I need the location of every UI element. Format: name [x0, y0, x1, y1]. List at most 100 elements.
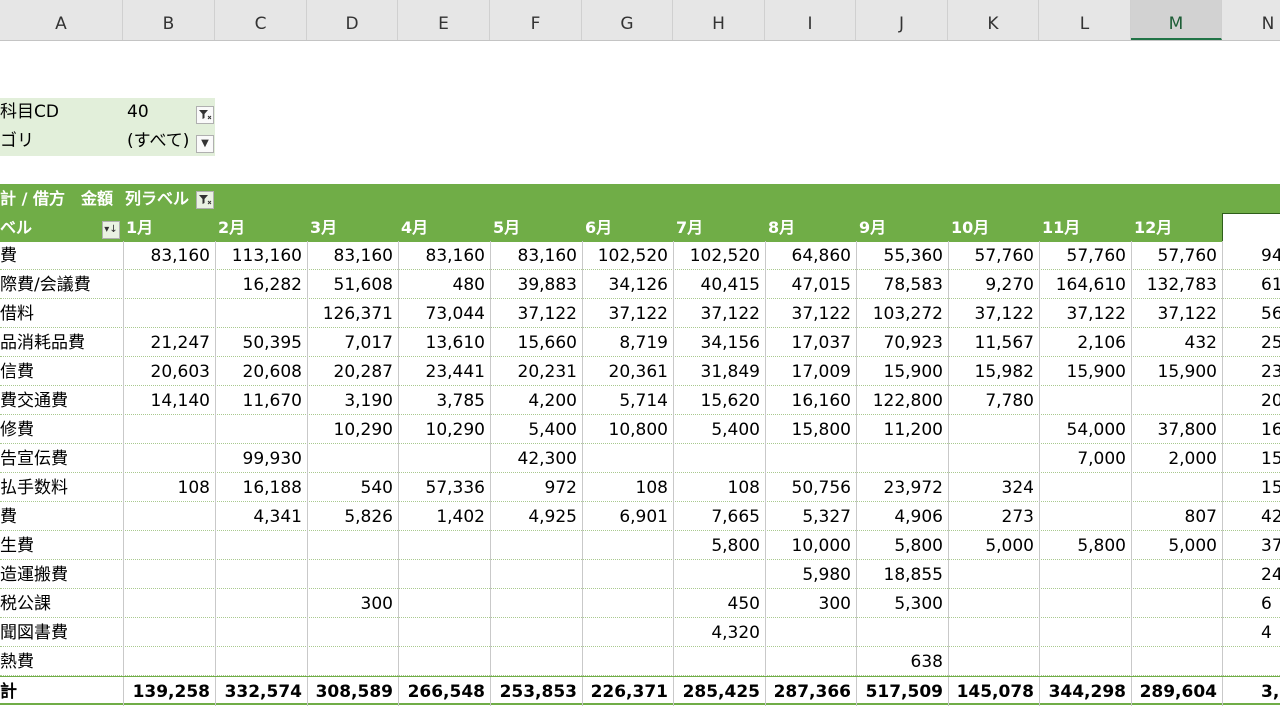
value-cell[interactable] — [948, 647, 1039, 676]
value-cell[interactable] — [1039, 473, 1131, 502]
value-cell[interactable]: 540 — [307, 473, 398, 502]
value-cell[interactable] — [948, 415, 1039, 444]
value-cell[interactable]: 37,122 — [1131, 299, 1222, 328]
row-grand-total-cell[interactable] — [1222, 647, 1280, 676]
value-cell[interactable]: 73,044 — [398, 299, 490, 328]
value-cell[interactable] — [398, 444, 490, 473]
grand-total-header[interactable]: 総計 — [1222, 213, 1280, 242]
value-cell[interactable] — [1131, 473, 1222, 502]
value-cell[interactable] — [582, 589, 673, 618]
row-grand-total-cell[interactable]: 944 — [1222, 241, 1280, 270]
value-cell[interactable] — [673, 647, 765, 676]
value-cell[interactable]: 57,336 — [398, 473, 490, 502]
value-cell[interactable]: 20,287 — [307, 357, 398, 386]
value-cell[interactable] — [1039, 560, 1131, 589]
value-cell[interactable] — [215, 415, 307, 444]
value-cell[interactable] — [123, 618, 215, 647]
row-label[interactable]: 生費 — [0, 531, 123, 560]
value-cell[interactable]: 99,930 — [215, 444, 307, 473]
value-cell[interactable]: 5,300 — [856, 589, 948, 618]
value-cell[interactable]: 70,923 — [856, 328, 948, 357]
value-cell[interactable]: 638 — [856, 647, 948, 676]
row-label[interactable]: 信費 — [0, 357, 123, 386]
row-grand-total-cell[interactable]: 3,396 — [1222, 677, 1280, 706]
row-grand-total-cell[interactable]: 252 — [1222, 328, 1280, 357]
value-cell[interactable]: 517,509 — [856, 677, 948, 706]
value-cell[interactable]: 51,608 — [307, 270, 398, 299]
value-cell[interactable]: 83,160 — [307, 241, 398, 270]
value-cell[interactable]: 5,400 — [673, 415, 765, 444]
value-cell[interactable] — [948, 444, 1039, 473]
value-cell[interactable] — [307, 560, 398, 589]
value-cell[interactable]: 2,000 — [1131, 444, 1222, 473]
value-cell[interactable]: 7,780 — [948, 386, 1039, 415]
value-cell[interactable]: 5,826 — [307, 502, 398, 531]
row-label[interactable]: 際費/会議費 — [0, 270, 123, 299]
value-cell[interactable]: 15,800 — [765, 415, 856, 444]
value-cell[interactable] — [123, 415, 215, 444]
value-cell[interactable] — [123, 560, 215, 589]
row-label[interactable]: 払手数料 — [0, 473, 123, 502]
row-label[interactable]: 費 — [0, 241, 123, 270]
column-header-m[interactable]: M — [1131, 0, 1222, 40]
value-cell[interactable]: 308,589 — [307, 677, 398, 706]
value-cell[interactable] — [948, 618, 1039, 647]
value-cell[interactable] — [948, 560, 1039, 589]
value-cell[interactable]: 132,783 — [1131, 270, 1222, 299]
value-cell[interactable] — [1039, 589, 1131, 618]
value-cell[interactable]: 7,017 — [307, 328, 398, 357]
value-cell[interactable]: 37,122 — [1039, 299, 1131, 328]
value-cell[interactable]: 54,000 — [1039, 415, 1131, 444]
value-cell[interactable] — [490, 647, 582, 676]
value-cell[interactable]: 266,548 — [398, 677, 490, 706]
row-label[interactable]: 費 — [0, 502, 123, 531]
value-cell[interactable]: 113,160 — [215, 241, 307, 270]
value-cell[interactable]: 108 — [123, 473, 215, 502]
value-cell[interactable] — [307, 647, 398, 676]
value-cell[interactable] — [490, 618, 582, 647]
column-header-j[interactable]: J — [856, 0, 948, 40]
value-cell[interactable]: 1,402 — [398, 502, 490, 531]
row-sort-button[interactable]: ▾↓ — [102, 221, 120, 239]
value-cell[interactable]: 139,258 — [123, 677, 215, 706]
value-cell[interactable]: 37,122 — [948, 299, 1039, 328]
value-cell[interactable] — [1039, 502, 1131, 531]
column-header-g[interactable]: G — [582, 0, 673, 40]
value-cell[interactable]: 273 — [948, 502, 1039, 531]
value-cell[interactable]: 432 — [1131, 328, 1222, 357]
value-cell[interactable]: 78,583 — [856, 270, 948, 299]
value-cell[interactable] — [307, 444, 398, 473]
value-cell[interactable]: 5,327 — [765, 502, 856, 531]
value-cell[interactable] — [215, 299, 307, 328]
value-cell[interactable]: 807 — [1131, 502, 1222, 531]
column-header-a[interactable]: A — [0, 0, 123, 40]
value-cell[interactable] — [1039, 386, 1131, 415]
value-cell[interactable]: 10,290 — [307, 415, 398, 444]
value-cell[interactable]: 102,520 — [582, 241, 673, 270]
column-header-d[interactable]: D — [307, 0, 398, 40]
value-cell[interactable]: 37,122 — [765, 299, 856, 328]
value-cell[interactable]: 57,760 — [1131, 241, 1222, 270]
value-cell[interactable]: 11,200 — [856, 415, 948, 444]
row-grand-total-cell[interactable]: 6 — [1222, 589, 1280, 618]
value-cell[interactable]: 57,760 — [1039, 241, 1131, 270]
value-cell[interactable]: 108 — [673, 473, 765, 502]
row-grand-total-cell[interactable]: 562 — [1222, 299, 1280, 328]
row-grand-total-cell[interactable]: 24 — [1222, 560, 1280, 589]
value-cell[interactable] — [123, 531, 215, 560]
value-cell[interactable] — [582, 444, 673, 473]
value-cell[interactable]: 13,610 — [398, 328, 490, 357]
value-cell[interactable]: 2,106 — [1039, 328, 1131, 357]
value-cell[interactable]: 39,883 — [490, 270, 582, 299]
value-cell[interactable]: 23,441 — [398, 357, 490, 386]
value-cell[interactable]: 332,574 — [215, 677, 307, 706]
value-cell[interactable] — [398, 589, 490, 618]
value-cell[interactable]: 15,620 — [673, 386, 765, 415]
value-cell[interactable]: 164,610 — [1039, 270, 1131, 299]
value-cell[interactable] — [582, 618, 673, 647]
value-cell[interactable]: 5,800 — [856, 531, 948, 560]
value-cell[interactable] — [765, 618, 856, 647]
value-cell[interactable]: 5,980 — [765, 560, 856, 589]
column-header-l[interactable]: L — [1039, 0, 1131, 40]
value-cell[interactable]: 11,567 — [948, 328, 1039, 357]
